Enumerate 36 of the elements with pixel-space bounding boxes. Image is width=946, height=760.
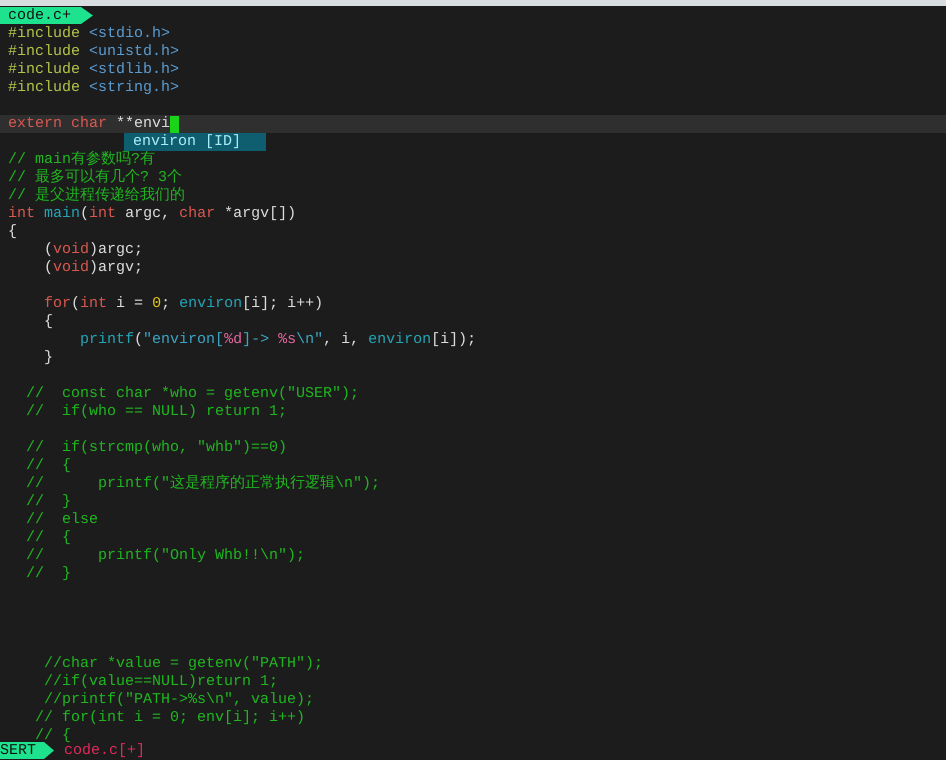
- completion-item[interactable]: environ [ID]: [124, 133, 266, 151]
- code-line: // 最多可以有几个? 3个: [8, 169, 182, 186]
- code-line: int main(int argc, char *argv[]): [8, 205, 296, 223]
- code-line: //if(value==NULL)return 1;: [43, 673, 278, 691]
- code-line: // for(int i = 0; env[i]; i++): [34, 709, 306, 727]
- file-name: code.c[+]: [64, 742, 146, 759]
- code-line: // printf("Only Whb!!\n");: [25, 547, 306, 565]
- code-line: // 是父进程传递给我们的: [8, 187, 186, 205]
- code-line: (void)argc;: [43, 241, 144, 259]
- code-line: //printf("PATH->%s\n", value);: [43, 691, 314, 709]
- code-line: // {: [25, 529, 72, 547]
- code-line: #include <stdio.h>: [8, 25, 170, 43]
- code-line: // }: [25, 565, 72, 583]
- code-line: // if(strcmp(who, "whb")==0): [25, 439, 288, 457]
- text-cursor: [170, 116, 180, 132]
- code-line: {: [8, 223, 18, 241]
- code-line: // {: [25, 457, 72, 475]
- buffer-tab[interactable]: code.c+: [0, 7, 94, 24]
- code-line: (void)argv;: [43, 259, 144, 277]
- code-line: // printf("这是程序的正常执行逻辑\n");: [25, 475, 380, 493]
- code-line: }: [43, 349, 54, 367]
- code-line: // if(who == NULL) return 1;: [25, 403, 288, 421]
- mode-indicator: SERT: [0, 742, 54, 759]
- code-line: #include <unistd.h>: [8, 43, 180, 61]
- code-line: // else: [25, 511, 98, 529]
- code-line: for(int i = 0; environ[i]; i++): [43, 295, 324, 313]
- code-line: #include <stdlib.h>: [8, 61, 180, 79]
- code-line: extern char **envi: [8, 115, 170, 133]
- code-line: // }: [25, 493, 72, 511]
- code-line: //char *value = getenv("PATH");: [43, 655, 324, 673]
- code-line: #include <string.h>: [8, 79, 180, 97]
- code-line: // const char *who = getenv("USER");: [25, 385, 360, 403]
- code-line: printf("environ[%d]-> %s\n", i, environ[i]);: [79, 331, 476, 349]
- code-line: {: [43, 313, 54, 331]
- code-line: // {: [34, 727, 72, 744]
- code-line: // main有参数吗?有: [8, 151, 156, 168]
